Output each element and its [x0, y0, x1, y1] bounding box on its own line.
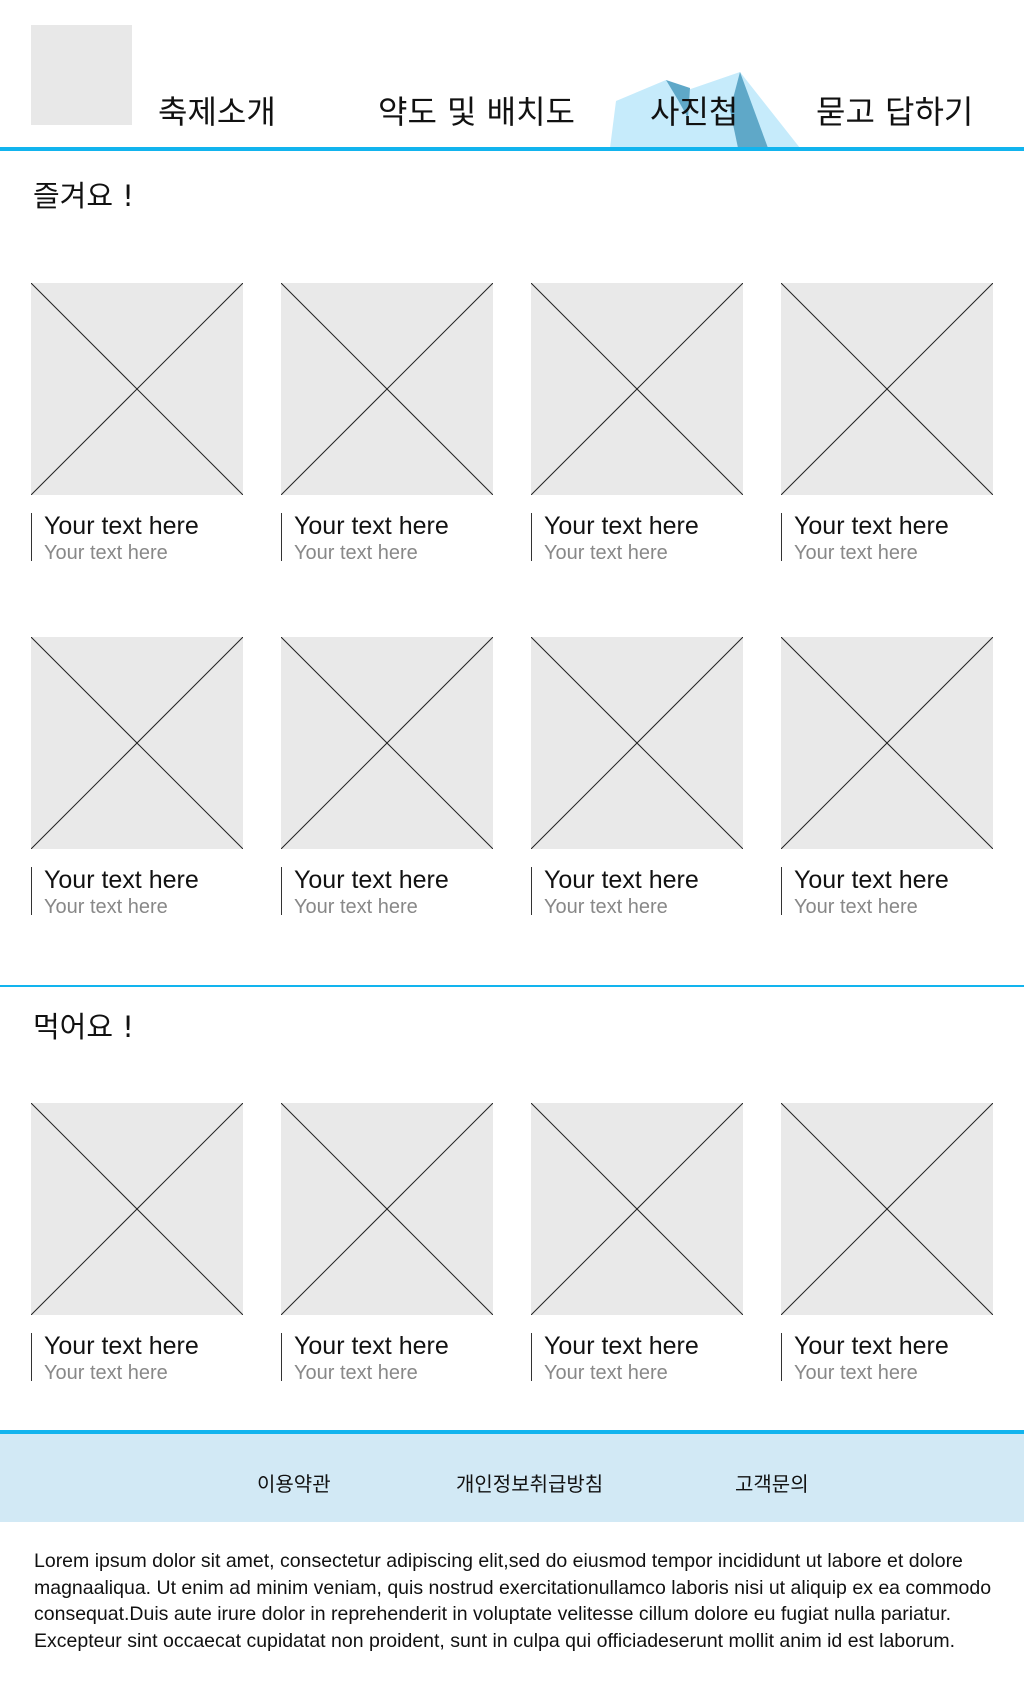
card-title: Your text here — [794, 866, 949, 894]
card-caption: Your text here Your text here — [281, 1332, 493, 1384]
section-title-eat: 먹어요 ! — [33, 1010, 134, 1044]
card-subtitle: Your text here — [44, 1362, 168, 1384]
photo-card[interactable]: Your text here Your text here — [781, 283, 993, 564]
card-caption: Your text here Your text here — [281, 866, 493, 918]
photo-card[interactable]: Your text here Your text here — [31, 637, 243, 918]
footer-link-contact[interactable]: 고객문의 — [735, 1468, 809, 1497]
section-title-enjoy: 즐겨요 ! — [33, 179, 134, 213]
image-placeholder-icon[interactable] — [31, 283, 243, 495]
card-caption: Your text here Your text here — [281, 512, 493, 564]
footer-nav: 이용약관 개인정보취급방침 고객문의 — [0, 1430, 1024, 1522]
card-title: Your text here — [44, 512, 199, 540]
card-title: Your text here — [44, 1332, 199, 1360]
photo-card[interactable]: Your text here Your text here — [281, 637, 493, 918]
card-caption: Your text here Your text here — [531, 512, 743, 564]
photo-card[interactable]: Your text here Your text here — [281, 1103, 493, 1384]
card-title: Your text here — [294, 1332, 449, 1360]
card-subtitle: Your text here — [544, 1362, 668, 1384]
image-placeholder-icon[interactable] — [281, 283, 493, 495]
photo-card[interactable]: Your text here Your text here — [31, 1103, 243, 1384]
photo-card[interactable]: Your text here Your text here — [781, 637, 993, 918]
photo-card[interactable]: Your text here Your text here — [531, 1103, 743, 1384]
card-subtitle: Your text here — [294, 896, 418, 918]
header-divider — [0, 147, 1024, 151]
nav-photo-album[interactable]: 사진첩 — [650, 92, 738, 132]
photo-card[interactable]: Your text here Your text here — [531, 637, 743, 918]
card-title: Your text here — [794, 1332, 949, 1360]
card-caption: Your text here Your text here — [31, 512, 243, 564]
card-title: Your text here — [794, 512, 949, 540]
image-placeholder-icon[interactable] — [531, 637, 743, 849]
site-logo[interactable] — [31, 25, 132, 125]
image-placeholder-icon[interactable] — [781, 637, 993, 849]
image-placeholder-icon[interactable] — [781, 1103, 993, 1315]
photo-card[interactable]: Your text here Your text here — [781, 1103, 993, 1384]
card-subtitle: Your text here — [294, 542, 418, 564]
footer-link-privacy[interactable]: 개인정보취급방침 — [456, 1468, 603, 1497]
card-title: Your text here — [544, 512, 699, 540]
section-divider — [0, 985, 1024, 987]
card-caption: Your text here Your text here — [781, 866, 993, 918]
image-placeholder-icon[interactable] — [31, 637, 243, 849]
card-title: Your text here — [294, 866, 449, 894]
card-title: Your text here — [294, 512, 449, 540]
card-caption: Your text here Your text here — [781, 1332, 993, 1384]
card-subtitle: Your text here — [44, 896, 168, 918]
footer-description: Lorem ipsum dolor sit amet, consectetur … — [34, 1550, 992, 1652]
image-placeholder-icon[interactable] — [281, 637, 493, 849]
card-caption: Your text here Your text here — [31, 1332, 243, 1384]
card-subtitle: Your text here — [794, 542, 918, 564]
card-subtitle: Your text here — [294, 1362, 418, 1384]
photo-card[interactable]: Your text here Your text here — [281, 283, 493, 564]
card-title: Your text here — [44, 866, 199, 894]
card-subtitle: Your text here — [794, 896, 918, 918]
nav-festival-intro[interactable]: 축제소개 — [158, 92, 276, 132]
card-subtitle: Your text here — [44, 542, 168, 564]
footer-link-terms[interactable]: 이용약관 — [257, 1468, 331, 1497]
image-placeholder-icon[interactable] — [531, 1103, 743, 1315]
card-caption: Your text here Your text here — [31, 866, 243, 918]
image-placeholder-icon[interactable] — [281, 1103, 493, 1315]
card-subtitle: Your text here — [544, 896, 668, 918]
card-title: Your text here — [544, 1332, 699, 1360]
card-subtitle: Your text here — [794, 1362, 918, 1384]
image-placeholder-icon[interactable] — [531, 283, 743, 495]
photo-card[interactable]: Your text here Your text here — [531, 283, 743, 564]
card-caption: Your text here Your text here — [781, 512, 993, 564]
photo-card[interactable]: Your text here Your text here — [31, 283, 243, 564]
nav-qna[interactable]: 묻고 답하기 — [816, 92, 973, 132]
card-caption: Your text here Your text here — [531, 866, 743, 918]
card-title: Your text here — [544, 866, 699, 894]
site-header: 축제소개 약도 및 배치도 사진첩 묻고 답하기 — [0, 0, 1024, 152]
nav-map-layout[interactable]: 약도 및 배치도 — [378, 92, 575, 132]
card-caption: Your text here Your text here — [531, 1332, 743, 1384]
card-subtitle: Your text here — [544, 542, 668, 564]
image-placeholder-icon[interactable] — [781, 283, 993, 495]
image-placeholder-icon[interactable] — [31, 1103, 243, 1315]
